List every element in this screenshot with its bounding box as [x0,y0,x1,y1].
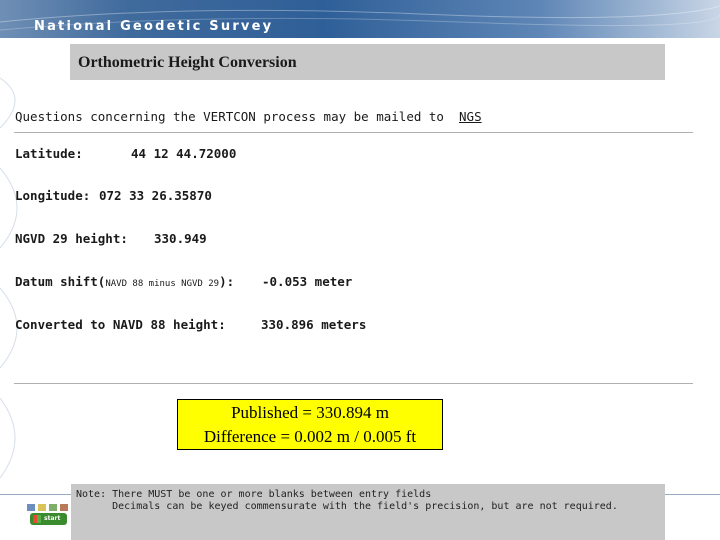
note-line-2: Decimals can be keyed commensurate with … [76,501,618,512]
difference-line: Difference = 0.002 m / 0.005 ft [203,427,417,446]
datum-sublabel: NAVD 88 minus NGVD 29 [105,279,220,289]
latitude-value: 44 12 44.72000 [131,146,237,161]
taskbar-tray-icons [27,504,68,511]
datum-label-line: Datum shift(NAVD 88 minus NGVD 29): [15,274,234,289]
windows-flag-icon [33,515,41,523]
header-title: National Geodetic Survey [34,19,274,34]
header-bar: National Geodetic Survey [0,0,720,38]
converted-value: 330.896 meters [261,317,367,332]
note-line-1: Note: There MUST be one or more blanks b… [76,489,432,500]
datum-label: Datum shift( [15,274,106,289]
intro-text: Questions concerning the VERTCON process… [15,109,444,124]
intro-line: Questions concerning the VERTCON process… [15,109,482,124]
start-label: start [44,515,61,522]
ngvd-label: NGVD 29 height: [15,231,128,246]
longitude-label: Longitude: [15,188,91,203]
converted-label: Converted to NAVD 88 height: [15,317,226,332]
datum-value: -0.053 meter [262,274,353,289]
divider-bottom [14,383,693,384]
ngvd-value: 330.949 [154,231,207,246]
datum-close: ): [219,274,235,289]
note-text: Note: There MUST be one or more blanks b… [76,489,618,513]
divider-top [14,132,693,133]
note-box: Note: There MUST be one or more blanks b… [71,484,665,540]
ngs-mail-link[interactable]: NGS [459,109,482,124]
longitude-value: 072 33 26.35870 [99,188,212,203]
page-title: Orthometric Height Conversion [78,54,297,71]
published-line: Published = 330.894 m [231,403,389,422]
start-button[interactable]: start [30,513,67,525]
published-callout: Published = 330.894 m Difference = 0.002… [177,399,443,450]
page-title-box: Orthometric Height Conversion [70,44,665,80]
latitude-label: Latitude: [15,146,83,161]
